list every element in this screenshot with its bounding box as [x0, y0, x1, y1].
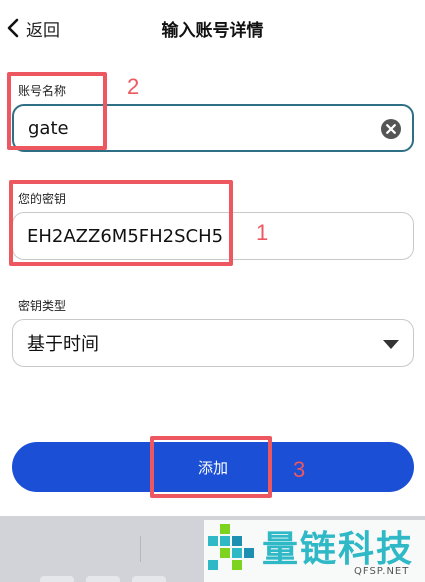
watermark-logo-icon	[208, 524, 254, 570]
secret-key-value: EH2AZZ6M5FH2SCH5	[27, 225, 224, 247]
annotation-number-2: 2	[127, 74, 140, 99]
add-button[interactable]: 添加	[12, 442, 414, 492]
account-name-value: gate	[28, 117, 69, 139]
account-name-input[interactable]: gate	[12, 104, 414, 152]
secret-key-label: 您的密钥	[18, 192, 67, 206]
secret-key-input[interactable]: EH2AZZ6M5FH2SCH5	[12, 212, 414, 260]
header: 返回 输入账号详情	[0, 0, 425, 56]
key-type-label: 密钥类型	[18, 299, 67, 313]
dropdown-arrow-icon	[383, 340, 399, 349]
watermark-subtext: QFSP.NET	[354, 566, 410, 577]
keyboard-key[interactable]	[86, 576, 120, 582]
keyboard-divider	[140, 536, 141, 562]
key-type-value: 基于时间	[27, 334, 99, 355]
annotation-number-3: 3	[293, 457, 306, 482]
keyboard-key[interactable]	[40, 576, 74, 582]
watermark-text: 量链科技	[262, 529, 415, 570]
clear-icon[interactable]	[380, 118, 402, 140]
key-type-select[interactable]: 基于时间	[12, 319, 414, 367]
keyboard-key[interactable]	[132, 576, 166, 582]
annotation-number-1: 1	[256, 220, 269, 245]
account-name-label: 账号名称	[18, 84, 67, 98]
page-title: 输入账号详情	[161, 21, 264, 41]
